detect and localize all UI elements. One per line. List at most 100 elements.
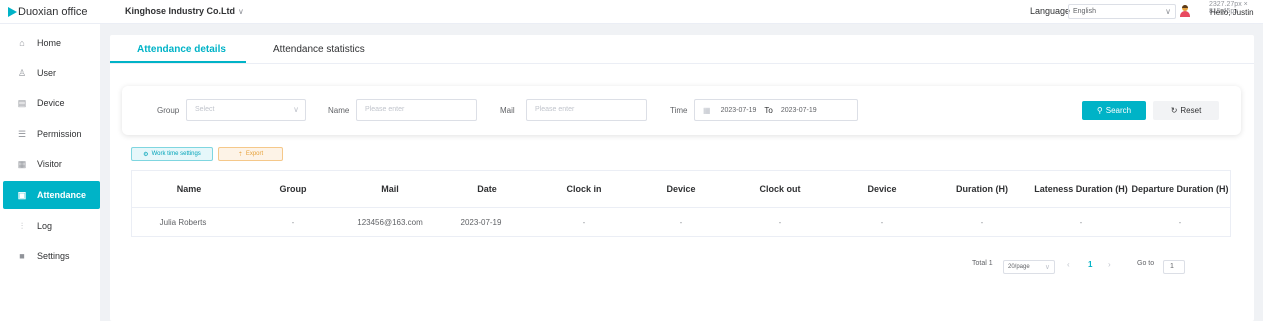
current-page[interactable]: 1 <box>1088 260 1092 269</box>
goto-label: Go to <box>1137 260 1155 267</box>
cell-lateness-duration: - <box>1079 218 1083 227</box>
sidebar-item-attendance[interactable]: ▣ Attendance <box>3 181 100 209</box>
chevron-down-icon: ∨ <box>1044 264 1050 271</box>
tab-bar: Attendance details Attendance statistics <box>110 35 1254 64</box>
sidebar-item-label: Visitor <box>37 159 62 169</box>
search-icon: ⚲ <box>1096 106 1103 115</box>
group-label: Group <box>157 106 180 115</box>
export-label: Export <box>245 151 264 157</box>
group-select[interactable]: Select ∨ <box>186 99 306 121</box>
cell-clock-out: - <box>778 218 782 227</box>
column-header-duration: Duration (H) <box>956 184 1008 195</box>
goto-page-value: 1 <box>1170 263 1174 270</box>
gear-icon: ⚙ <box>143 151 149 158</box>
attendance-table: Name Group Mail Date Clock in Device Clo… <box>131 170 1231 237</box>
cell-device-in: - <box>679 218 683 227</box>
app-logo[interactable]: Duoxian office <box>8 4 88 20</box>
company-name: Kinghose Industry Co.Ltd <box>125 6 235 16</box>
main-panel: Attendance details Attendance statistics… <box>110 35 1254 321</box>
work-time-settings-button[interactable]: ⚙ Work time settings <box>131 147 213 161</box>
user-greeting[interactable]: Hello, Justin <box>1210 8 1254 17</box>
time-label: Time <box>670 106 688 115</box>
cell-group: - <box>291 218 295 227</box>
sidebar-item-permission[interactable]: ☰ Permission <box>3 120 100 148</box>
sidebar-item-device[interactable]: ▤ Device <box>3 89 100 117</box>
date-from: 2023-07-19 <box>720 106 757 114</box>
goto-page-input[interactable]: 1 <box>1163 260 1185 274</box>
cell-departure-duration: - <box>1178 218 1182 227</box>
visitor-icon: ▦ <box>17 158 27 169</box>
work-time-settings-label: Work time settings <box>151 151 201 157</box>
chevron-down-icon: ∨ <box>238 6 244 16</box>
column-header-group: Group <box>279 184 307 195</box>
prev-page-icon[interactable]: ‹ <box>1067 260 1070 269</box>
upload-icon: ⇡ <box>237 151 243 158</box>
sidebar-item-log[interactable]: ⫶ Log <box>3 212 100 240</box>
sidebar-item-label: Permission <box>37 129 82 139</box>
top-header: Duoxian office Kinghose Industry Co.Ltd … <box>0 0 1263 24</box>
log-icon: ⫶ <box>20 220 24 231</box>
name-label: Name <box>328 106 350 115</box>
group-placeholder: Select <box>195 106 215 113</box>
filter-card: Group Select ∨ Name Please enter Mail Pl… <box>122 86 1241 135</box>
page-size-value: 20/page <box>1008 264 1030 270</box>
cell-name: Julia Roberts <box>159 218 207 227</box>
cell-clock-in: - <box>582 218 586 227</box>
sidebar-item-label: Settings <box>37 251 70 261</box>
company-selector[interactable]: Kinghose Industry Co.Ltd ∨ <box>125 6 244 16</box>
permission-icon: ☰ <box>17 128 27 139</box>
cell-device-out: - <box>880 218 884 227</box>
sidebar-item-user[interactable]: ♙ User <box>3 59 100 87</box>
sidebar-item-home[interactable]: ⌂ Home <box>3 29 100 57</box>
name-input[interactable]: Please enter <box>356 99 477 121</box>
name-placeholder: Please enter <box>365 106 405 113</box>
sidebar-item-settings[interactable]: ■ Settings <box>3 242 100 270</box>
date-range-picker[interactable]: ▦ 2023-07-19 To 2023-07-19 <box>694 99 858 121</box>
language-value: English <box>1073 8 1096 15</box>
active-tab-indicator <box>110 61 246 63</box>
column-header-lateness-duration: Lateness Duration (H) <box>1034 184 1128 195</box>
column-header-clock-out: Clock out <box>759 184 801 195</box>
pagination-total: Total 1 <box>972 260 993 267</box>
column-header-date: Date <box>477 184 497 195</box>
calendar-icon: ▦ <box>703 105 711 115</box>
sidebar-item-visitor[interactable]: ▦ Visitor <box>3 150 100 178</box>
tab-attendance-statistics[interactable]: Attendance statistics <box>273 44 365 55</box>
table-row[interactable]: Julia Roberts - 123456@163.com 2023-07-1… <box>132 208 1230 237</box>
sidebar-item-label: Log <box>37 221 53 231</box>
search-button-label: Search <box>1105 106 1132 115</box>
reset-button[interactable]: ↻ Reset <box>1153 101 1219 120</box>
logo-text: Duoxian office <box>18 6 88 18</box>
column-header-clock-in: Clock in <box>566 184 602 195</box>
sidebar-item-label: Home <box>37 38 62 48</box>
sidebar-item-label: User <box>37 68 57 78</box>
mail-placeholder: Please enter <box>535 106 575 113</box>
column-header-departure-duration: Departure Duration (H) <box>1131 184 1229 195</box>
avatar[interactable] <box>1180 5 1190 17</box>
mail-label: Mail <box>500 106 515 115</box>
cell-mail: 123456@163.com <box>357 218 423 227</box>
language-select[interactable]: English ∨ <box>1068 4 1176 19</box>
device-icon: ▤ <box>17 97 27 108</box>
sidebar: ⌂ Home ♙ User ▤ Device ☰ Permission ▦ Vi… <box>0 24 100 321</box>
export-button[interactable]: ⇡ Export <box>218 147 283 161</box>
chevron-down-icon: ∨ <box>1165 7 1171 16</box>
date-to-label: To <box>764 105 773 115</box>
date-to: 2023-07-19 <box>780 106 817 114</box>
column-header-device-in: Device <box>666 184 696 195</box>
search-button[interactable]: ⚲ Search <box>1082 101 1146 120</box>
tab-attendance-details[interactable]: Attendance details <box>137 44 226 55</box>
page-size-select[interactable]: 20/page ∨ <box>1003 260 1055 274</box>
column-header-mail: Mail <box>381 184 399 195</box>
mail-input[interactable]: Please enter <box>526 99 647 121</box>
chevron-down-icon: ∨ <box>293 105 299 114</box>
settings-icon: ■ <box>19 251 25 261</box>
reset-button-label: Reset <box>1180 106 1202 115</box>
attendance-icon: ▣ <box>17 189 27 200</box>
cell-date: 2023-07-19 <box>460 218 502 227</box>
logo-mark-icon <box>8 7 17 17</box>
sidebar-item-label: Attendance <box>37 190 87 200</box>
column-header-name: Name <box>176 184 202 195</box>
sidebar-item-label: Device <box>37 98 65 108</box>
next-page-icon[interactable]: › <box>1108 260 1111 269</box>
